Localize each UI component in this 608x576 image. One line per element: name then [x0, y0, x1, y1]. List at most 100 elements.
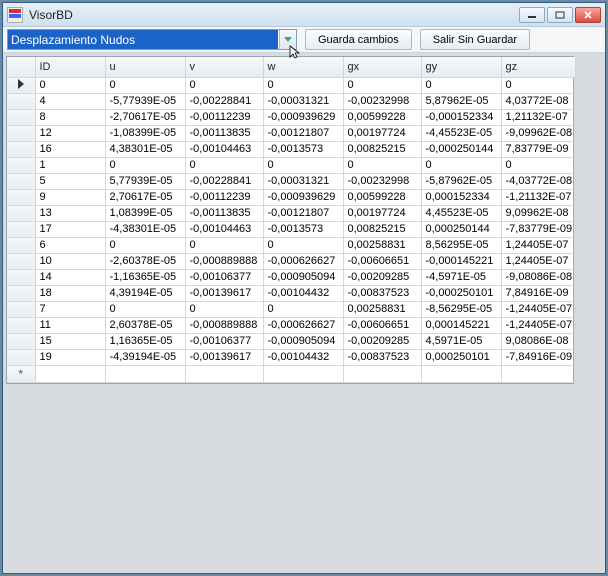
- cell-v[interactable]: -0,00106377: [185, 333, 263, 349]
- cell-v[interactable]: -0,00112239: [185, 109, 263, 125]
- cell-empty[interactable]: [421, 365, 501, 382]
- col-header-v[interactable]: v: [185, 57, 263, 77]
- cell-gy[interactable]: -0,000152334: [421, 109, 501, 125]
- table-row[interactable]: 1000000: [7, 157, 575, 173]
- cell-w[interactable]: -0,000939629: [263, 189, 343, 205]
- row-header[interactable]: [7, 333, 35, 349]
- cell-gy[interactable]: 0: [421, 157, 501, 173]
- cell-gx[interactable]: 0,00197724: [343, 205, 421, 221]
- cell-w[interactable]: -0,000626627: [263, 253, 343, 269]
- cell-gz[interactable]: -1,21132E-07: [501, 189, 575, 205]
- cell-v[interactable]: -0,00113835: [185, 125, 263, 141]
- row-header[interactable]: [7, 317, 35, 333]
- table-row[interactable]: 12-1,08399E-05-0,00113835-0,001218070,00…: [7, 125, 575, 141]
- cell-w[interactable]: -0,00031321: [263, 173, 343, 189]
- cell-v[interactable]: -0,000889888: [185, 317, 263, 333]
- table-row[interactable]: 14-1,16365E-05-0,00106377-0,000905094-0,…: [7, 269, 575, 285]
- row-header[interactable]: [7, 141, 35, 157]
- cell-gy[interactable]: -4,5971E-05: [421, 269, 501, 285]
- cell-u[interactable]: -5,77939E-05: [105, 93, 185, 109]
- new-row-indicator[interactable]: *: [7, 365, 35, 382]
- cell-w[interactable]: 0: [263, 237, 343, 253]
- cell-gx[interactable]: -0,00209285: [343, 333, 421, 349]
- row-header[interactable]: [7, 93, 35, 109]
- table-row[interactable]: 92,70617E-05-0,00112239-0,0009396290,005…: [7, 189, 575, 205]
- cell-gz[interactable]: -4,03772E-08: [501, 173, 575, 189]
- cell-gz[interactable]: 7,83779E-09: [501, 141, 575, 157]
- cell-u[interactable]: -1,16365E-05: [105, 269, 185, 285]
- table-row[interactable]: 151,16365E-05-0,00106377-0,000905094-0,0…: [7, 333, 575, 349]
- row-header[interactable]: [7, 205, 35, 221]
- cell-gy[interactable]: -5,87962E-05: [421, 173, 501, 189]
- cell-id[interactable]: 8: [35, 109, 105, 125]
- cell-gz[interactable]: -1,24405E-07: [501, 317, 575, 333]
- cell-v[interactable]: -0,00106377: [185, 269, 263, 285]
- cell-id[interactable]: 10: [35, 253, 105, 269]
- row-header[interactable]: [7, 189, 35, 205]
- cell-w[interactable]: 0: [263, 301, 343, 317]
- cell-gy[interactable]: -8,56295E-05: [421, 301, 501, 317]
- cell-gy[interactable]: -0,000250101: [421, 285, 501, 301]
- cell-empty[interactable]: [105, 365, 185, 382]
- minimize-button[interactable]: [519, 7, 545, 23]
- cell-v[interactable]: -0,00112239: [185, 189, 263, 205]
- cell-gy[interactable]: 0,000250144: [421, 221, 501, 237]
- cell-u[interactable]: -2,70617E-05: [105, 109, 185, 125]
- cell-w[interactable]: -0,0013573: [263, 221, 343, 237]
- combo-dropdown-button[interactable]: [279, 30, 296, 49]
- row-header[interactable]: [7, 301, 35, 317]
- cell-gx[interactable]: 0,00599228: [343, 109, 421, 125]
- cell-gz[interactable]: 7,84916E-09: [501, 285, 575, 301]
- cell-id[interactable]: 16: [35, 141, 105, 157]
- cell-w[interactable]: -0,00104432: [263, 349, 343, 365]
- cell-gx[interactable]: 0,00825215: [343, 141, 421, 157]
- table-select-input[interactable]: [8, 30, 278, 49]
- table-row[interactable]: 70000,00258831-8,56295E-05-1,24405E-07: [7, 301, 575, 317]
- cell-gz[interactable]: -7,84916E-09: [501, 349, 575, 365]
- cell-id[interactable]: 5: [35, 173, 105, 189]
- cell-v[interactable]: -0,00139617: [185, 349, 263, 365]
- cell-u[interactable]: -4,39194E-05: [105, 349, 185, 365]
- table-row[interactable]: 0000000: [7, 77, 575, 93]
- cell-v[interactable]: 0: [185, 301, 263, 317]
- table-row[interactable]: 60000,002588318,56295E-051,24405E-07: [7, 237, 575, 253]
- cell-u[interactable]: 0: [105, 77, 185, 93]
- cell-w[interactable]: -0,000939629: [263, 109, 343, 125]
- cell-id[interactable]: 4: [35, 93, 105, 109]
- row-header[interactable]: [7, 349, 35, 365]
- col-header-w[interactable]: w: [263, 57, 343, 77]
- cell-empty[interactable]: [343, 365, 421, 382]
- cell-empty[interactable]: [185, 365, 263, 382]
- cell-v[interactable]: -0,00139617: [185, 285, 263, 301]
- cell-gy[interactable]: -4,45523E-05: [421, 125, 501, 141]
- cell-id[interactable]: 19: [35, 349, 105, 365]
- cell-gz[interactable]: 0: [501, 157, 575, 173]
- cell-gx[interactable]: 0,00825215: [343, 221, 421, 237]
- table-row[interactable]: 17-4,38301E-05-0,00104463-0,00135730,008…: [7, 221, 575, 237]
- cell-gy[interactable]: -0,000250144: [421, 141, 501, 157]
- cell-w[interactable]: -0,00031321: [263, 93, 343, 109]
- row-header[interactable]: [7, 221, 35, 237]
- cell-id[interactable]: 7: [35, 301, 105, 317]
- cell-gz[interactable]: 9,08086E-08: [501, 333, 575, 349]
- row-header[interactable]: [7, 125, 35, 141]
- cell-id[interactable]: 17: [35, 221, 105, 237]
- table-row[interactable]: 184,39194E-05-0,00139617-0,00104432-0,00…: [7, 285, 575, 301]
- cell-id[interactable]: 12: [35, 125, 105, 141]
- cell-id[interactable]: 13: [35, 205, 105, 221]
- col-header-id[interactable]: ID: [35, 57, 105, 77]
- cell-v[interactable]: -0,000889888: [185, 253, 263, 269]
- close-button[interactable]: [575, 7, 601, 23]
- cell-v[interactable]: -0,00104463: [185, 141, 263, 157]
- table-row[interactable]: 8-2,70617E-05-0,00112239-0,0009396290,00…: [7, 109, 575, 125]
- row-header[interactable]: [7, 269, 35, 285]
- maximize-button[interactable]: [547, 7, 573, 23]
- cell-w[interactable]: -0,000905094: [263, 269, 343, 285]
- cell-empty[interactable]: [501, 365, 575, 382]
- cell-gy[interactable]: 5,87962E-05: [421, 93, 501, 109]
- row-header[interactable]: [7, 173, 35, 189]
- cell-gx[interactable]: 0,00258831: [343, 301, 421, 317]
- cell-gx[interactable]: -0,00606651: [343, 317, 421, 333]
- cell-id[interactable]: 1: [35, 157, 105, 173]
- col-header-gy[interactable]: gy: [421, 57, 501, 77]
